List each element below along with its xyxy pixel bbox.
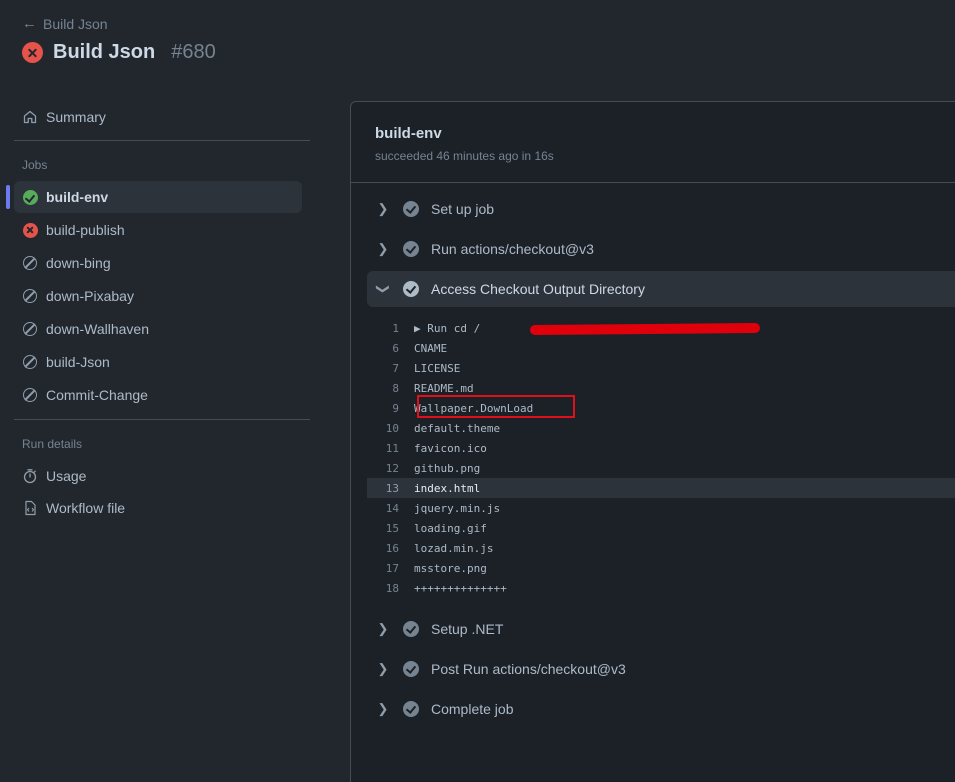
- page-title: Build Json #680: [22, 41, 216, 64]
- file-code-icon: [22, 500, 38, 516]
- log-line[interactable]: 14 jquery.min.js: [367, 498, 955, 518]
- skipped-icon: [23, 289, 37, 303]
- check-circle-icon: [403, 661, 419, 677]
- run-number: #680: [171, 41, 216, 63]
- sidebar-job-down-pixabay[interactable]: down-Pixabay: [14, 280, 302, 312]
- run-details-heading: Run details: [22, 437, 83, 451]
- step-complete-job[interactable]: ❯ Complete job: [367, 691, 955, 727]
- sidebar-item-label: Workflow file: [46, 500, 126, 516]
- log-line-highlighted[interactable]: 13 index.html: [367, 478, 955, 498]
- skipped-icon: [23, 355, 37, 369]
- check-circle-icon: [403, 621, 419, 637]
- log-line[interactable]: 6 CNAME: [367, 338, 955, 358]
- check-circle-icon: [403, 201, 419, 217]
- back-link[interactable]: ← Build Json: [22, 15, 108, 32]
- active-indicator: [6, 185, 10, 209]
- home-icon: [22, 109, 38, 125]
- step-access-checkout-output[interactable]: ❯ Access Checkout Output Directory: [367, 271, 955, 307]
- sidebar-item-label: Usage: [46, 468, 87, 484]
- step-label: Setup .NET: [431, 621, 504, 637]
- check-circle-icon: [403, 281, 419, 297]
- job-status-text: succeeded 46 minutes ago in 16s: [375, 149, 554, 163]
- step-run-checkout[interactable]: ❯ Run actions/checkout@v3: [367, 231, 955, 267]
- log-line[interactable]: 10 default.theme: [367, 418, 955, 438]
- skipped-icon: [23, 322, 37, 336]
- divider: [14, 140, 310, 141]
- job-label: build-Json: [46, 354, 110, 370]
- skipped-icon: [23, 256, 37, 270]
- divider: [351, 182, 955, 183]
- skipped-icon: [23, 388, 37, 402]
- log-line[interactable]: 15 loading.gif: [367, 518, 955, 538]
- step-label: Post Run actions/checkout@v3: [431, 661, 626, 677]
- sidebar-job-build-env[interactable]: build-env: [14, 181, 302, 213]
- check-circle-icon: [403, 241, 419, 257]
- sidebar-item-usage[interactable]: Usage: [14, 460, 302, 492]
- job-log-panel: build-env succeeded 46 minutes ago in 16…: [350, 101, 955, 782]
- step-set-up-job[interactable]: ❯ Set up job: [367, 191, 955, 227]
- sidebar-item-label: Summary: [46, 109, 106, 125]
- sidebar-item-summary[interactable]: Summary: [14, 101, 302, 133]
- failure-status-icon: [22, 42, 43, 63]
- job-label: build-publish: [46, 222, 125, 238]
- log-line[interactable]: 7 LICENSE: [367, 358, 955, 378]
- x-circle-icon: [22, 222, 38, 238]
- chevron-right-icon: ❯: [377, 621, 389, 636]
- chevron-right-icon: ❯: [377, 661, 389, 676]
- chevron-right-icon: ❯: [377, 241, 389, 256]
- back-link-label: Build Json: [43, 15, 108, 32]
- log-line[interactable]: 11 favicon.ico: [367, 438, 955, 458]
- step-post-run-checkout[interactable]: ❯ Post Run actions/checkout@v3: [367, 651, 955, 687]
- sidebar-job-build-json[interactable]: build-Json: [14, 346, 302, 378]
- log-line[interactable]: 16 lozad.min.js: [367, 538, 955, 558]
- step-label: Complete job: [431, 701, 514, 717]
- sidebar-job-down-wallhaven[interactable]: down-Wallhaven: [14, 313, 302, 345]
- step-label: Access Checkout Output Directory: [431, 281, 645, 297]
- job-label: build-env: [46, 189, 109, 205]
- workflow-title: Build Json: [53, 41, 156, 63]
- redaction-mark: [529, 322, 761, 336]
- sidebar-item-workflow-file[interactable]: Workflow file: [14, 492, 302, 524]
- log-line[interactable]: 12 github.png: [367, 458, 955, 478]
- job-label: down-Pixabay: [46, 288, 134, 304]
- log-line[interactable]: 18 ++++++++++++++: [367, 578, 955, 598]
- job-label: down-bing: [46, 255, 111, 271]
- arrow-left-icon: ←: [22, 15, 37, 32]
- job-label: Commit-Change: [46, 387, 148, 403]
- job-title: build-env: [375, 125, 442, 142]
- annotation-highlight-box: [417, 395, 575, 418]
- log-line[interactable]: 17 msstore.png: [367, 558, 955, 578]
- jobs-heading: Jobs: [22, 158, 48, 172]
- chevron-right-icon: ❯: [377, 201, 389, 216]
- step-setup-dotnet[interactable]: ❯ Setup .NET: [367, 611, 955, 647]
- step-label: Run actions/checkout@v3: [431, 241, 594, 257]
- chevron-down-icon: ❯: [376, 283, 391, 295]
- check-circle-icon: [403, 701, 419, 717]
- job-label: down-Wallhaven: [46, 321, 149, 337]
- check-circle-icon: [22, 189, 38, 205]
- sidebar-job-down-bing[interactable]: down-bing: [14, 247, 302, 279]
- chevron-right-icon: ❯: [377, 701, 389, 716]
- stopwatch-icon: [22, 468, 38, 484]
- divider: [14, 419, 310, 420]
- sidebar-job-commit-change[interactable]: Commit-Change: [14, 379, 302, 411]
- sidebar-job-build-publish[interactable]: build-publish: [14, 214, 302, 246]
- step-label: Set up job: [431, 201, 495, 217]
